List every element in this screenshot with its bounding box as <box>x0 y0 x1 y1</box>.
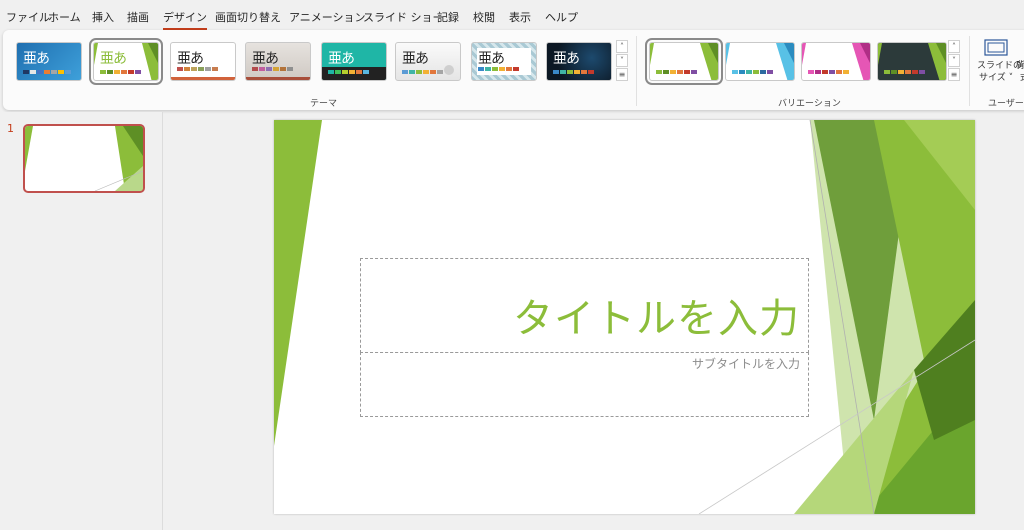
format-bg-label-1: 背 <box>1016 61 1024 71</box>
gallery-more-icon[interactable]: ≡ <box>948 68 960 81</box>
variation-swatches <box>732 70 773 74</box>
variation-thumbnail-1[interactable] <box>645 38 723 85</box>
variations-group-label: バリエーション <box>778 99 841 109</box>
variation-thumbnail-4[interactable] <box>877 42 947 81</box>
group-separator <box>636 36 637 106</box>
tab-design[interactable]: デザイン <box>163 9 207 30</box>
theme-thumb-text: 亜あ <box>328 51 355 67</box>
theme-thumbnail-2[interactable]: 亜あ <box>89 38 163 85</box>
theme-swatches <box>177 67 218 71</box>
scroll-down-icon[interactable]: ˅ <box>616 54 628 67</box>
scroll-down-icon[interactable]: ˅ <box>948 54 960 67</box>
slide-number: 1 <box>7 122 14 135</box>
tab-animations[interactable]: アニメーション <box>289 9 366 25</box>
theme-thumb-text: 亜あ <box>100 51 127 67</box>
theme-thumbnail-1[interactable]: 亜あ <box>16 42 82 81</box>
slide-size-label-2: サイズ ˅ <box>979 73 1014 83</box>
group-separator <box>969 36 970 106</box>
facet-shape-icon <box>650 43 718 80</box>
facet-shape-icon <box>878 43 946 80</box>
tab-view[interactable]: 表示 <box>509 9 531 25</box>
title-placeholder-text: タイトルを入力 <box>513 296 800 342</box>
slide-size-icon <box>984 39 1008 56</box>
variation-swatches <box>884 70 925 74</box>
theme-swatches <box>553 70 594 74</box>
format-background-button[interactable]: 背 式 <box>1016 36 1024 92</box>
themes-group-label: テーマ <box>310 99 338 109</box>
theme-thumb-text: 亜あ <box>252 51 279 67</box>
tab-draw[interactable]: 描画 <box>127 9 149 25</box>
tab-home[interactable]: ホーム <box>48 9 81 25</box>
tab-record[interactable]: 記録 <box>437 9 459 25</box>
ribbon-tabs: ファイル ホーム 挿入 描画 デザイン 画面切り替え アニメーション スライド … <box>0 0 1024 32</box>
theme-gallery-scroll: ˄ ˅ ≡ <box>616 40 628 82</box>
slide-size-button[interactable]: スライドの サイズ ˅ <box>975 36 1022 92</box>
tab-slideshow[interactable]: スライド ショー <box>363 9 444 25</box>
variation-gallery-scroll: ˄ ˅ ≡ <box>948 40 960 82</box>
variation-thumbnail-2[interactable] <box>725 42 795 81</box>
tab-insert[interactable]: 挿入 <box>92 9 114 25</box>
theme-swatches <box>100 70 141 74</box>
theme-thumbnail-4[interactable]: 亜あ <box>245 42 311 81</box>
customize-group-label: ユーザー設 <box>988 99 1024 109</box>
ribbon-panel: 亜あ 亜あ 亜あ 亜あ 亜あ 亜あ 亜あ 亜あ ˄ ˅ ≡ テーマ ˄ ˅ ≡ … <box>3 30 1024 110</box>
format-bg-label-2: 式 <box>1020 73 1024 84</box>
theme-swatches <box>23 70 71 74</box>
theme-swatches <box>252 67 293 71</box>
theme-thumbnail-7[interactable]: 亜あ <box>471 42 537 81</box>
subtitle-placeholder-text: サブタイトルを入力 <box>691 357 800 371</box>
theme-thumbnail-3[interactable]: 亜あ <box>170 42 236 81</box>
theme-thumb-text: 亜あ <box>177 51 204 67</box>
title-placeholder[interactable]: タイトルを入力 <box>360 258 809 353</box>
facet-shape-icon <box>802 43 870 80</box>
tab-transitions[interactable]: 画面切り替え <box>215 9 281 25</box>
theme-swatches <box>402 70 443 74</box>
facet-shape-icon <box>726 43 794 80</box>
scroll-up-icon[interactable]: ˄ <box>948 40 960 53</box>
theme-thumb-text: 亜あ <box>553 51 580 67</box>
theme-thumbnail-6[interactable]: 亜あ <box>395 42 461 81</box>
slide-canvas[interactable]: タイトルを入力 サブタイトルを入力 <box>274 120 975 514</box>
tab-review[interactable]: 校閲 <box>473 9 495 25</box>
theme-thumbnail-8[interactable]: 亜あ <box>546 42 612 81</box>
gallery-more-icon[interactable]: ≡ <box>616 68 628 81</box>
slide-thumbnail-1[interactable] <box>23 124 145 193</box>
slide-thumbnail-graphic <box>25 126 143 191</box>
theme-swatches <box>478 67 519 71</box>
tab-file[interactable]: ファイル <box>6 9 50 25</box>
theme-thumb-text: 亜あ <box>478 51 505 67</box>
theme-thumb-text: 亜あ <box>23 51 50 67</box>
scroll-up-icon[interactable]: ˄ <box>616 40 628 53</box>
theme-thumb-text: 亜あ <box>402 51 429 67</box>
theme-swatches <box>328 70 369 74</box>
subtitle-placeholder[interactable]: サブタイトルを入力 <box>360 352 809 417</box>
variation-swatches <box>656 70 697 74</box>
variation-thumbnail-3[interactable] <box>801 42 871 81</box>
variation-swatches <box>808 70 849 74</box>
theme-thumbnail-5[interactable]: 亜あ <box>321 42 387 81</box>
tab-help[interactable]: ヘルプ <box>545 9 578 25</box>
